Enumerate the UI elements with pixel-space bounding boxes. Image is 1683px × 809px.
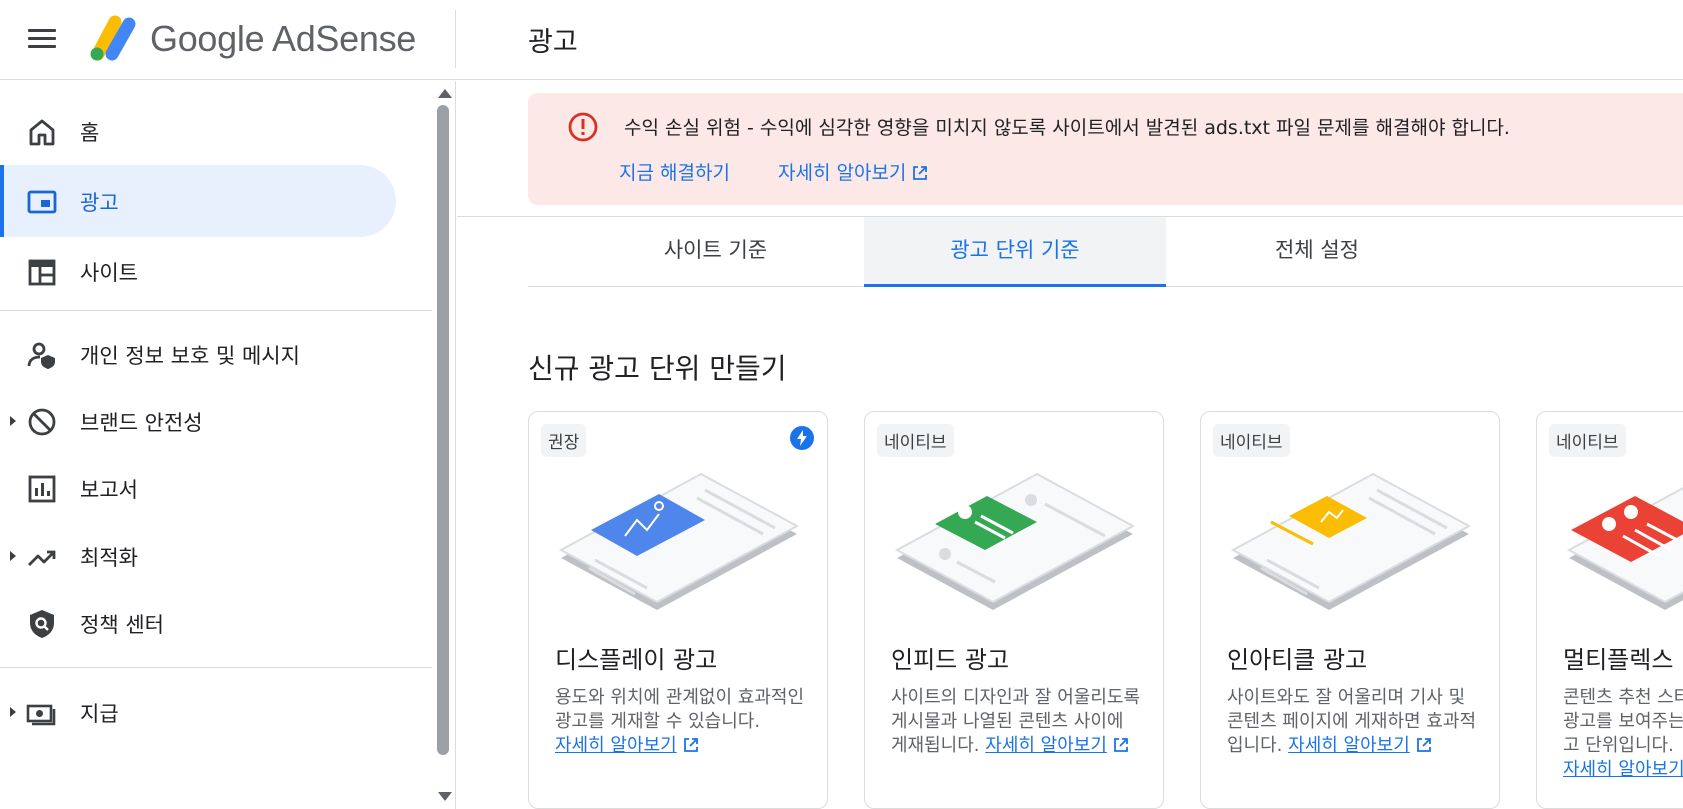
ad-unit-card-in-article[interactable]: 네이티브 인아티클 광고 사이트와도 잘 어울리며 기사 및 콘텐츠 페이지에 … xyxy=(1200,411,1500,809)
menu-icon-line xyxy=(28,37,56,40)
fix-now-link[interactable]: 지금 해결하기 xyxy=(619,158,730,185)
open-in-new-icon xyxy=(1114,738,1128,752)
card-title: 디스플레이 광고 xyxy=(555,646,718,674)
card-learn-more-link[interactable]: 자세히 알아보기 xyxy=(985,735,1129,756)
sidebar-item-brand-safety[interactable]: 브랜드 안전성 xyxy=(0,385,396,457)
card-title: 인피드 광고 xyxy=(891,646,1010,674)
expand-arrow-icon xyxy=(10,416,16,426)
card-learn-more-link[interactable]: 자세히 알아보기 xyxy=(1563,759,1683,780)
sidebar-item-label: 정책 센터 xyxy=(80,613,164,637)
ad-unit-card-display[interactable]: 권장 디스플레이 광고 용도와 위치에 관계없이 효과적인 광고를 게재할 수 … xyxy=(528,411,828,809)
card-description-text: 콘텐츠 추천 스타일의 네이티브 광고를 보여주는 그리드 기반 광고 단위입니… xyxy=(1563,687,1683,756)
card-description: 사이트와도 잘 어울리며 기사 및 콘텐츠 페이지에 게재하면 효과적입니다. … xyxy=(1227,686,1477,758)
sidebar-scrollbar[interactable] xyxy=(432,81,454,809)
alert-message: 수익 손실 위험 - 수익에 심각한 영향을 미치지 않도록 사이트에서 발견된… xyxy=(624,117,1510,139)
scroll-down-arrow-icon[interactable] xyxy=(438,792,452,801)
sidebar-item-label: 광고 xyxy=(80,191,119,215)
scrollbar-thumb[interactable] xyxy=(437,105,449,755)
header-divider xyxy=(455,10,456,68)
in-article-ad-illustration-icon xyxy=(1230,472,1472,610)
card-title: 멀티플렉스 xyxy=(1563,646,1674,674)
card-title: 인아티클 광고 xyxy=(1227,646,1368,674)
card-learn-more-label: 자세히 알아보기 xyxy=(555,735,677,756)
sidebar-divider xyxy=(0,310,432,311)
payments-icon xyxy=(26,704,56,726)
sidebar-item-label: 홈 xyxy=(80,121,100,145)
error-icon xyxy=(568,112,598,142)
sidebar-item-sites[interactable]: 사이트 xyxy=(0,235,396,307)
sidebar-item-label: 개인 정보 보호 및 메시지 xyxy=(80,344,300,368)
card-learn-more-label: 자세히 알아보기 xyxy=(1563,759,1683,780)
ads-tab-bar: 사이트 기준 광고 단위 기준 전체 설정 xyxy=(528,217,1683,287)
sidebar-item-optimization[interactable]: 최적화 xyxy=(0,520,396,592)
in-feed-ad-illustration-icon xyxy=(894,472,1136,610)
sidebar-item-privacy-messaging[interactable]: 개인 정보 보호 및 메시지 xyxy=(0,318,396,390)
section-title: 신규 광고 단위 만들기 xyxy=(528,352,787,385)
adsense-logo-icon xyxy=(90,15,136,61)
sidebar-item-home[interactable]: 홈 xyxy=(0,95,396,167)
sidebar-item-label: 사이트 xyxy=(80,261,138,285)
card-badge: 네이티브 xyxy=(1213,424,1290,457)
top-app-bar: Google AdSense 광고 xyxy=(0,0,1683,80)
block-icon xyxy=(28,408,56,436)
sidebar-nav: 홈 광고 사이트 개인 정보 보호 및 메시지 브랜드 안전성 보고서 최적화 … xyxy=(0,81,456,809)
policy-shield-icon xyxy=(30,610,54,638)
menu-icon-line xyxy=(28,45,56,48)
reports-icon xyxy=(28,475,56,503)
sidebar-divider xyxy=(0,667,432,668)
multiplex-ad-illustration-icon xyxy=(1566,486,1683,610)
card-learn-more-label: 자세히 알아보기 xyxy=(1288,735,1410,756)
open-in-new-icon xyxy=(683,738,698,752)
card-learn-more-link[interactable]: 자세히 알아보기 xyxy=(1288,735,1432,756)
sites-icon xyxy=(28,259,56,286)
sidebar-item-reports[interactable]: 보고서 xyxy=(0,452,396,524)
ads-txt-warning-banner: 수익 손실 위험 - 수익에 심각한 영향을 미치지 않도록 사이트에서 발견된… xyxy=(528,93,1683,205)
main-menu-button[interactable] xyxy=(26,26,58,54)
card-badge: 권장 xyxy=(541,424,587,457)
page-title: 광고 xyxy=(528,27,578,58)
sidebar-item-policy-center[interactable]: 정책 센터 xyxy=(0,587,396,659)
ad-unit-card-multiplex[interactable]: 네이티브 멀티플렉스 콘텐츠 추천 스타일의 네이티브 광고를 보여주는 그리드… xyxy=(1536,411,1683,809)
open-in-new-icon xyxy=(1416,738,1431,752)
sidebar-item-label: 지급 xyxy=(80,702,119,726)
tab-by-site[interactable]: 사이트 기준 xyxy=(553,217,878,287)
display-ad-illustration-icon xyxy=(558,472,800,610)
learn-more-label: 자세히 알아보기 xyxy=(778,162,907,184)
sidebar-item-label: 최적화 xyxy=(80,546,138,570)
lightning-bolt-icon xyxy=(790,426,814,450)
ad-unit-card-in-feed[interactable]: 네이티브 인피드 광고 사이트의 디자인과 잘 어울리도록 게시물과 나열된 콘… xyxy=(864,411,1164,809)
card-description: 용도와 위치에 관계없이 효과적인 광고를 게재할 수 있습니다. 자세히 알아… xyxy=(555,686,805,758)
sidebar-item-ads[interactable]: 광고 xyxy=(0,165,396,237)
sidebar-item-label: 브랜드 안전성 xyxy=(80,411,203,435)
card-learn-more-label: 자세히 알아보기 xyxy=(985,735,1107,756)
tab-by-ad-unit[interactable]: 광고 단위 기준 xyxy=(864,217,1166,287)
card-description: 콘텐츠 추천 스타일의 네이티브 광고를 보여주는 그리드 기반 광고 단위입니… xyxy=(1563,686,1683,782)
card-badge: 네이티브 xyxy=(877,424,954,457)
trending-up-icon xyxy=(28,550,56,566)
card-badge: 네이티브 xyxy=(1549,424,1626,457)
card-description-text: 용도와 위치에 관계없이 효과적인 광고를 게재할 수 있습니다. xyxy=(555,687,805,732)
brand-name: Google AdSense xyxy=(150,18,417,59)
ads-icon xyxy=(27,190,57,214)
tab-global-settings[interactable]: 전체 설정 xyxy=(1166,217,1468,287)
menu-icon-line xyxy=(28,29,56,32)
card-learn-more-link[interactable]: 자세히 알아보기 xyxy=(555,735,699,756)
sidebar-item-payments[interactable]: 지급 xyxy=(0,676,396,748)
main-content: 수익 손실 위험 - 수익에 심각한 영향을 미치지 않도록 사이트에서 발견된… xyxy=(457,81,1683,809)
privacy-icon xyxy=(27,342,55,369)
expand-arrow-icon xyxy=(10,707,16,717)
card-description: 사이트의 디자인과 잘 어울리도록 게시물과 나열된 콘텐츠 사이에 게재됩니다… xyxy=(891,686,1141,758)
home-icon xyxy=(29,119,55,146)
scroll-up-arrow-icon[interactable] xyxy=(438,89,452,98)
open-in-new-icon xyxy=(913,166,928,180)
learn-more-link[interactable]: 자세히 알아보기 xyxy=(778,158,928,185)
fix-now-label: 지금 해결하기 xyxy=(619,162,730,184)
sidebar-item-label: 보고서 xyxy=(80,478,138,502)
expand-arrow-icon xyxy=(10,551,16,561)
